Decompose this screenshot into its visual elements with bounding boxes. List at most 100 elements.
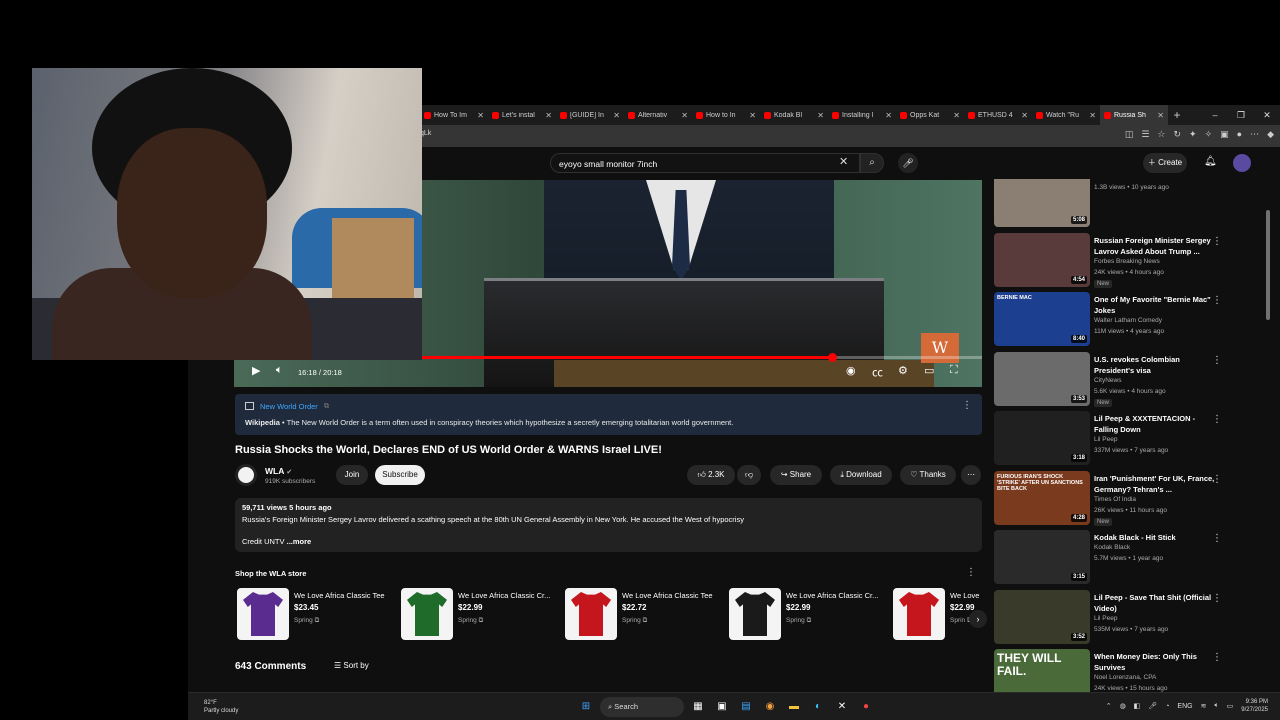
store-product[interactable]: We Love Africa Classic Cr... $22.99 Spring… xyxy=(401,588,561,640)
recommended-video[interactable]: 4:54 Russian Foreign Minister Sergey Lavr… xyxy=(994,232,1272,289)
edge-icon[interactable]: ◐ xyxy=(808,697,828,717)
join-button[interactable]: Join xyxy=(336,465,368,485)
create-button[interactable]: ＋ Create xyxy=(1143,153,1187,173)
subscribe-button[interactable]: Subscribe xyxy=(375,465,425,485)
tab-close-icon[interactable]: ✕ xyxy=(545,111,552,120)
recommended-video[interactable]: FURIOUS IRAN'S SHOCK 'STRIKE' AFTER UN S… xyxy=(994,470,1272,527)
product-image[interactable] xyxy=(893,588,945,640)
chrome-icon[interactable]: ◉ xyxy=(760,697,780,717)
search-input[interactable]: eyoyo small monitor 7inch xyxy=(550,153,860,173)
play-icon[interactable]: ▶ xyxy=(252,364,260,377)
copilot-icon[interactable]: ◆ xyxy=(1267,129,1274,140)
volume-icon[interactable]: 🔈︎ xyxy=(276,364,283,377)
channel-name[interactable]: Lil Peep xyxy=(1094,436,1118,443)
show-more-link[interactable]: ...more xyxy=(287,537,312,546)
maximize-icon[interactable]: ❐ xyxy=(1228,105,1254,125)
video-title[interactable]: One of My Favorite "Bernie Mac" Jokes xyxy=(1094,294,1219,316)
video-title[interactable]: U.S. revokes Colombian President's visa xyxy=(1094,354,1219,376)
clear-search-icon[interactable]: ✕ xyxy=(839,155,848,168)
speaker-icon[interactable]: 🔈︎ xyxy=(1214,702,1218,710)
thanks-button[interactable]: ♡ Thanks xyxy=(900,465,956,485)
info-panel-header[interactable]: New World Order ⧉ xyxy=(245,401,329,411)
browser-tab[interactable]: Watch "Ru ✕ xyxy=(1032,105,1100,125)
video-thumbnail[interactable]: THEY WILL FAIL.10:18 xyxy=(994,649,1090,692)
video-menu-icon[interactable]: ⋮ xyxy=(1212,533,1222,544)
tab-close-icon[interactable]: ✕ xyxy=(953,111,960,120)
store-product[interactable]: We Love Africa Classic Tee $23.45 Spring ⧉ xyxy=(237,588,397,640)
video-menu-icon[interactable]: ⋮ xyxy=(1212,236,1222,247)
channel-name[interactable]: Lil Peep xyxy=(1094,615,1118,622)
settings-icon[interactable]: ⚙ xyxy=(898,364,908,377)
video-title[interactable]: Russian Foreign Minister Sergey Lavrov A… xyxy=(1094,235,1219,257)
read-mode-icon[interactable]: ☰ xyxy=(1141,129,1149,140)
store-product[interactable]: We Love Africa Classic Tee $22.72 Spring ⧉ xyxy=(565,588,725,640)
video-title[interactable]: Kodak Black - Hit Stick xyxy=(1094,532,1219,543)
product-image[interactable] xyxy=(237,588,289,640)
product-image[interactable] xyxy=(565,588,617,640)
video-thumbnail[interactable]: 5:08 xyxy=(994,179,1090,227)
download-button[interactable]: ⤓ Download xyxy=(830,465,892,485)
browser-tab[interactable]: ETHUSD 4 ✕ xyxy=(964,105,1032,125)
channel-name[interactable]: WLA ✔ xyxy=(265,466,292,476)
more-actions-button[interactable]: ⋯ xyxy=(961,465,981,485)
tab-close-icon[interactable]: ✕ xyxy=(1089,111,1096,120)
channel-name[interactable]: Sia xyxy=(1094,179,1103,180)
battery-icon[interactable]: ▭ xyxy=(1227,702,1234,710)
search-button[interactable]: ⌕ xyxy=(860,153,884,173)
tray-overflow-icon[interactable]: ⌃ xyxy=(1106,702,1112,710)
info-panel-menu-icon[interactable]: ⋮ xyxy=(962,400,972,411)
x-app-icon[interactable]: ✕ xyxy=(832,697,852,717)
channel-name[interactable]: Kodak Black xyxy=(1094,544,1130,551)
recommended-video[interactable]: BERNIE MAC 8:40 One of My Favorite "Bernie… xyxy=(994,292,1272,348)
store-menu-icon[interactable]: ⋮ xyxy=(966,567,976,578)
tray-update-icon[interactable]: ◔ xyxy=(1165,703,1169,710)
tray-network-app-icon[interactable]: ◧ xyxy=(1134,702,1141,710)
video-menu-icon[interactable]: ⋮ xyxy=(1212,295,1222,306)
autoplay-toggle-icon[interactable]: ◉ xyxy=(846,364,856,377)
recommended-video[interactable]: 3:52 Lil Peep - Save That Shit (Official … xyxy=(994,589,1272,646)
video-title[interactable]: When Money Dies: Only This Survives xyxy=(1094,651,1219,673)
wifi-icon[interactable]: ≋ xyxy=(1201,702,1207,710)
video-thumbnail[interactable]: 3:15 xyxy=(994,530,1090,584)
product-image[interactable] xyxy=(729,588,781,640)
browser-tab[interactable]: How to In ✕ xyxy=(692,105,760,125)
tray-app-icon[interactable]: ◍ xyxy=(1120,702,1126,710)
widgets-icon[interactable]: ▦ xyxy=(688,697,708,717)
profile-icon[interactable]: ● xyxy=(1237,129,1242,140)
video-thumbnail[interactable]: FURIOUS IRAN'S SHOCK 'STRIKE' AFTER UN S… xyxy=(994,470,1090,525)
voice-search-button[interactable]: 🎤︎ xyxy=(898,153,918,173)
store-app-icon[interactable]: ▤ xyxy=(736,697,756,717)
browser-tab[interactable]: [GUIDE] In ✕ xyxy=(556,105,624,125)
tab-close-icon[interactable]: ✕ xyxy=(1021,111,1028,120)
browser-tab[interactable]: Installing l ✕ xyxy=(828,105,896,125)
split-screen-icon[interactable]: ◫ xyxy=(1125,129,1134,140)
captions-icon[interactable]: ㏄ xyxy=(872,364,883,380)
store-product[interactable]: We Love Africa Classic Cr... $22.99 Spring… xyxy=(729,588,889,640)
fullscreen-icon[interactable]: ⛶ xyxy=(950,364,958,377)
description-box[interactable]: 59,711 views 5 hours ago Russia's Foreig… xyxy=(235,498,982,552)
channel-name[interactable]: Walter Latham Comedy xyxy=(1094,317,1162,324)
taskbar-search[interactable]: ⌕ Search xyxy=(600,697,684,717)
tab-close-icon[interactable]: ✕ xyxy=(681,111,688,120)
tray-mic-icon[interactable]: 🎤︎ xyxy=(1148,702,1157,710)
recommended-video[interactable]: 5:08 Sia 1.3B views • 10 years ago xyxy=(994,179,1272,229)
video-menu-icon[interactable]: ⋮ xyxy=(1212,355,1222,366)
video-menu-icon[interactable]: ⋮ xyxy=(1212,414,1222,425)
file-explorer-icon[interactable]: ▬ xyxy=(784,697,804,717)
share-button[interactable]: ↪ Share xyxy=(770,465,822,485)
browser-tab[interactable]: Kodak Bl ✕ xyxy=(760,105,828,125)
like-button[interactable]: 👍︎ 2.3K xyxy=(687,465,735,485)
video-menu-icon[interactable]: ⋮ xyxy=(1212,652,1222,663)
account-avatar[interactable] xyxy=(1233,154,1251,172)
recommended-video[interactable]: THEY WILL FAIL.10:18When Money Dies: Onl… xyxy=(994,649,1272,692)
windows-start-icon[interactable]: ⊞ xyxy=(576,697,596,717)
video-menu-icon[interactable]: ⋮ xyxy=(1212,474,1222,485)
browser-tab[interactable]: Let's instal ✕ xyxy=(488,105,556,125)
channel-avatar[interactable] xyxy=(235,464,257,486)
video-title[interactable]: Lil Peep & XXXTENTACION - Falling Down xyxy=(1094,413,1219,435)
browser-tab[interactable]: How To Im ✕ xyxy=(420,105,488,125)
sort-comments-button[interactable]: ☰ Sort by xyxy=(334,661,369,670)
channel-name[interactable]: Times Of India xyxy=(1094,496,1136,503)
video-menu-icon[interactable]: ⋮ xyxy=(1212,593,1222,604)
recommended-video[interactable]: 3:53 U.S. revokes Colombian President's v… xyxy=(994,351,1272,408)
